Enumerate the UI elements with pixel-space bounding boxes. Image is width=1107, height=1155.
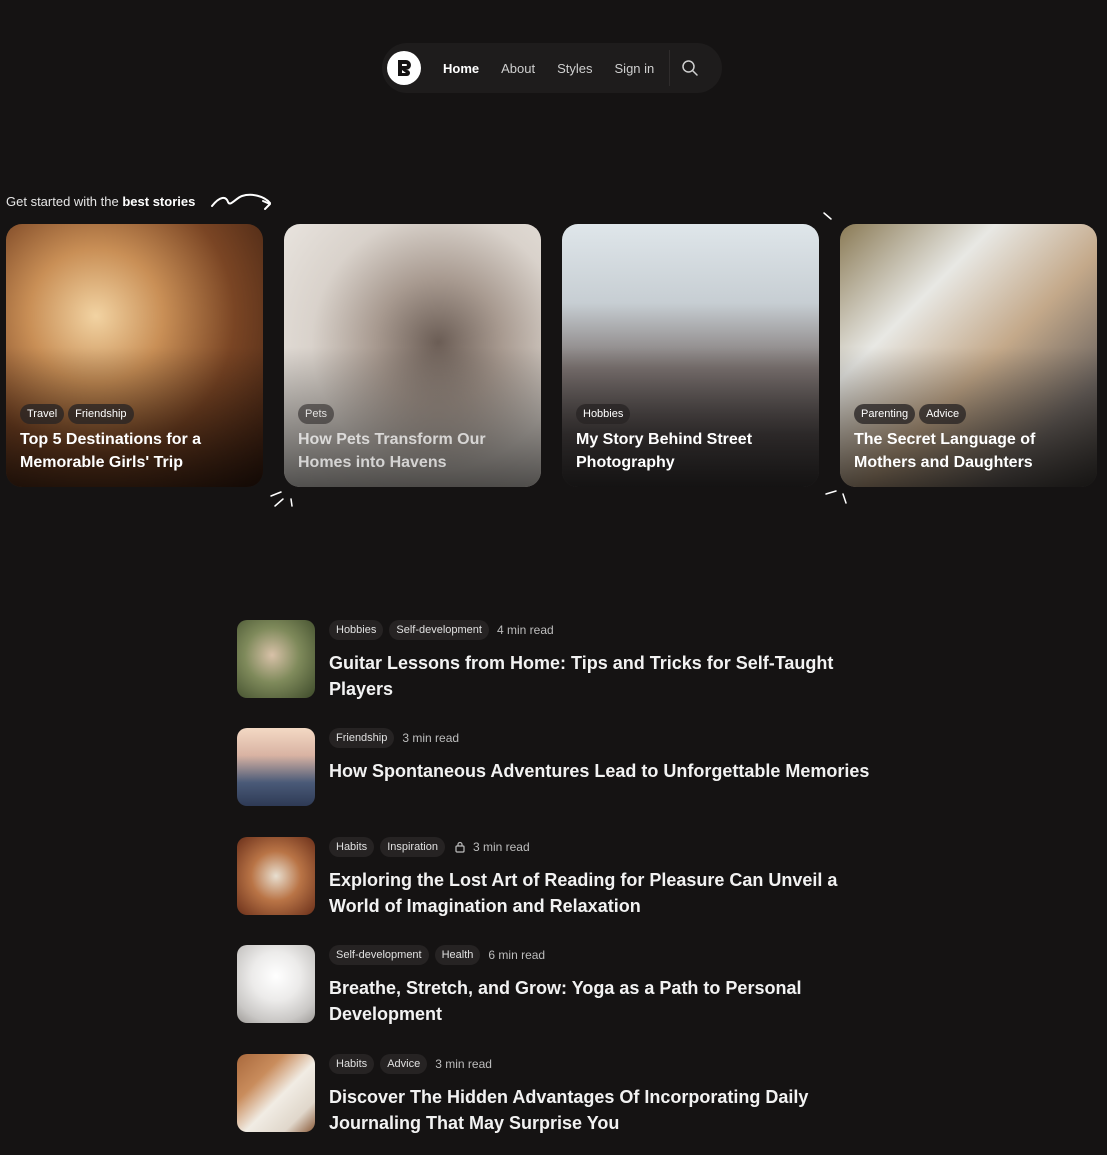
read-time: 4 min read <box>496 623 554 637</box>
post-meta: Hobbies Self-development 4 min read <box>329 620 554 640</box>
nav-link-styles[interactable]: Styles <box>546 61 603 76</box>
post-title[interactable]: How Spontaneous Adventures Lead to Unfor… <box>329 758 874 784</box>
tag-pill[interactable]: Health <box>434 945 481 965</box>
post-meta: Habits Inspiration 3 min read <box>329 837 530 857</box>
post-thumbnail[interactable] <box>237 837 315 915</box>
post-meta: Self-development Health 6 min read <box>329 945 545 965</box>
page: Home About Styles Sign in Get started wi… <box>0 0 1107 1155</box>
logo-icon[interactable] <box>387 51 421 85</box>
post-meta: Habits Advice 3 min read <box>329 1054 492 1074</box>
tag-pill[interactable]: Parenting <box>854 404 916 424</box>
list-item: Hobbies Self-development 4 min read Guit… <box>237 620 877 700</box>
read-time: 3 min read <box>402 731 460 745</box>
post-title[interactable]: Discover The Hidden Advantages Of Incorp… <box>329 1084 874 1136</box>
tag-pill[interactable]: Advice <box>380 1054 428 1074</box>
list-item: Habits Inspiration 3 min read Exploring … <box>237 837 877 917</box>
tag-pill[interactable]: Advice <box>919 404 967 424</box>
post-thumbnail[interactable] <box>237 728 315 806</box>
post-title[interactable]: Exploring the Lost Art of Reading for Pl… <box>329 867 874 919</box>
card-tags: Travel Friendship <box>20 404 134 424</box>
card-tags: Hobbies <box>576 404 631 424</box>
list-item: Friendship 3 min read How Spontaneous Ad… <box>237 728 877 808</box>
read-time: 6 min read <box>488 948 546 962</box>
tag-pill[interactable]: Self-development <box>389 620 489 640</box>
tag-pill[interactable]: Self-development <box>329 945 429 965</box>
search-button[interactable] <box>670 59 710 77</box>
curly-arrow-icon <box>211 193 271 210</box>
list-item: Habits Advice 3 min read Discover The Hi… <box>237 1054 877 1134</box>
tag-pill[interactable]: Inspiration <box>380 837 445 857</box>
tag-pill[interactable]: Habits <box>329 837 375 857</box>
card-tags: Pets <box>298 404 335 424</box>
nav-link-sign-in[interactable]: Sign in <box>604 61 666 76</box>
heading-emphasis: best stories <box>122 194 196 209</box>
lock-icon <box>455 841 465 853</box>
card-title[interactable]: The Secret Language of Mothers and Daugh… <box>854 428 1083 474</box>
sparkle-icon <box>823 212 832 220</box>
tag-pill[interactable]: Pets <box>298 404 335 424</box>
post-title[interactable]: Guitar Lessons from Home: Tips and Trick… <box>329 650 874 702</box>
sparkle-icon <box>270 491 293 507</box>
nav-link-about[interactable]: About <box>490 61 546 76</box>
tag-pill[interactable]: Hobbies <box>576 404 631 424</box>
heading-prefix: Get started with the <box>6 194 119 209</box>
read-time: 3 min read <box>435 1057 492 1071</box>
section-heading: Get started with the best stories <box>6 194 195 209</box>
search-icon <box>682 60 699 76</box>
card-tags: Parenting Advice <box>854 404 967 424</box>
list-item: Self-development Health 6 min read Breat… <box>237 945 877 1025</box>
featured-card-2[interactable]: Pets How Pets Transform Our Homes into H… <box>284 224 541 487</box>
nav-link-home[interactable]: Home <box>432 61 490 76</box>
tag-pill[interactable]: Hobbies <box>329 620 384 640</box>
post-thumbnail[interactable] <box>237 620 315 698</box>
post-thumbnail[interactable] <box>237 1054 315 1132</box>
tag-pill[interactable]: Friendship <box>329 728 395 748</box>
featured-card-3[interactable]: Hobbies My Story Behind Street Photograp… <box>562 224 819 487</box>
featured-card-4[interactable]: Parenting Advice The Secret Language of … <box>840 224 1097 487</box>
card-title[interactable]: How Pets Transform Our Homes into Havens <box>298 428 527 474</box>
post-meta: Friendship 3 min read <box>329 728 459 748</box>
read-time: 3 min read <box>472 840 530 854</box>
tag-pill[interactable]: Friendship <box>68 404 134 424</box>
post-thumbnail[interactable] <box>237 945 315 1023</box>
tag-pill[interactable]: Travel <box>20 404 65 424</box>
sparkle-icon <box>825 490 847 504</box>
post-title[interactable]: Breathe, Stretch, and Grow: Yoga as a Pa… <box>329 975 874 1027</box>
card-title[interactable]: My Story Behind Street Photography <box>576 428 805 474</box>
card-title[interactable]: Top 5 Destinations for a Memorable Girls… <box>20 428 249 474</box>
featured-card-1[interactable]: Travel Friendship Top 5 Destinations for… <box>6 224 263 487</box>
top-nav: Home About Styles Sign in <box>382 43 722 93</box>
tag-pill[interactable]: Habits <box>329 1054 375 1074</box>
